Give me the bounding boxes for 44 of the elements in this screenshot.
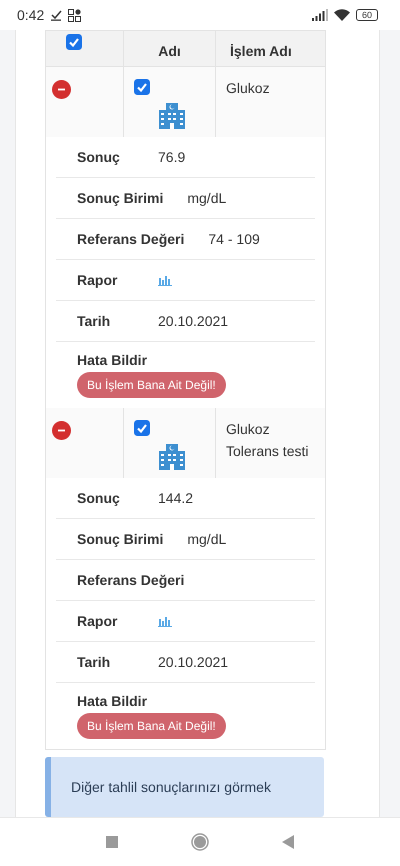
field-value: mg/dL xyxy=(187,531,226,547)
bar-chart-icon[interactable] xyxy=(158,615,172,627)
status-time: 0:42 xyxy=(17,7,44,23)
field-value: mg/dL xyxy=(187,190,226,206)
field-label: Referans Değeri xyxy=(77,231,184,247)
field-label: Sonuç xyxy=(77,149,121,165)
test-name: Glukoz xyxy=(226,80,270,96)
info-text: Diğer tahlil sonuçlarınızı görmek xyxy=(71,779,271,795)
field-label: Rapor xyxy=(77,272,118,288)
column-header: Adı xyxy=(158,42,181,58)
bar-chart-icon[interactable] xyxy=(158,274,172,286)
row-checkbox[interactable] xyxy=(134,79,150,95)
field-label: Referans Değeri xyxy=(77,572,184,588)
field-label: Sonuç Birimi xyxy=(77,190,164,206)
field-label: Tarih xyxy=(77,654,112,670)
test-name: Glukoz Tolerans testi xyxy=(226,421,308,459)
field-value: 20.10.2021 xyxy=(158,654,228,670)
field-label: Sonuç Birimi xyxy=(77,531,164,547)
field-value: 76.9 xyxy=(158,149,186,165)
field-label: Hata Bildir xyxy=(77,352,148,368)
home-icon[interactable] xyxy=(190,833,209,851)
apps-icon xyxy=(68,8,82,22)
field-value: 74 - 109 xyxy=(208,231,260,247)
field-value: 20.10.2021 xyxy=(158,313,228,329)
battery-icon: 60 xyxy=(356,9,378,21)
field-value: 144.2 xyxy=(158,490,194,506)
download-done-icon xyxy=(50,9,62,21)
collapse-icon[interactable] xyxy=(52,80,71,99)
wifi-icon xyxy=(334,9,350,21)
hospital-icon xyxy=(158,442,186,470)
column-header: İşlem Adı xyxy=(230,42,292,58)
field-label: Sonuç xyxy=(77,490,121,506)
field-label: Rapor xyxy=(77,613,118,629)
signal-icon xyxy=(312,9,328,21)
field-label: Hata Bildir xyxy=(77,693,148,709)
collapse-icon[interactable] xyxy=(52,421,71,440)
recent-apps-icon[interactable] xyxy=(106,836,118,848)
report-button[interactable]: Bu İşlem Bana Ait Değil! xyxy=(77,372,226,398)
report-button[interactable]: Bu İşlem Bana Ait Değil! xyxy=(77,713,226,739)
back-icon[interactable] xyxy=(282,835,294,849)
select-all-checkbox[interactable] xyxy=(66,34,82,50)
row-checkbox[interactable] xyxy=(134,420,150,436)
field-label: Tarih xyxy=(77,313,112,329)
hospital-icon xyxy=(158,101,186,129)
